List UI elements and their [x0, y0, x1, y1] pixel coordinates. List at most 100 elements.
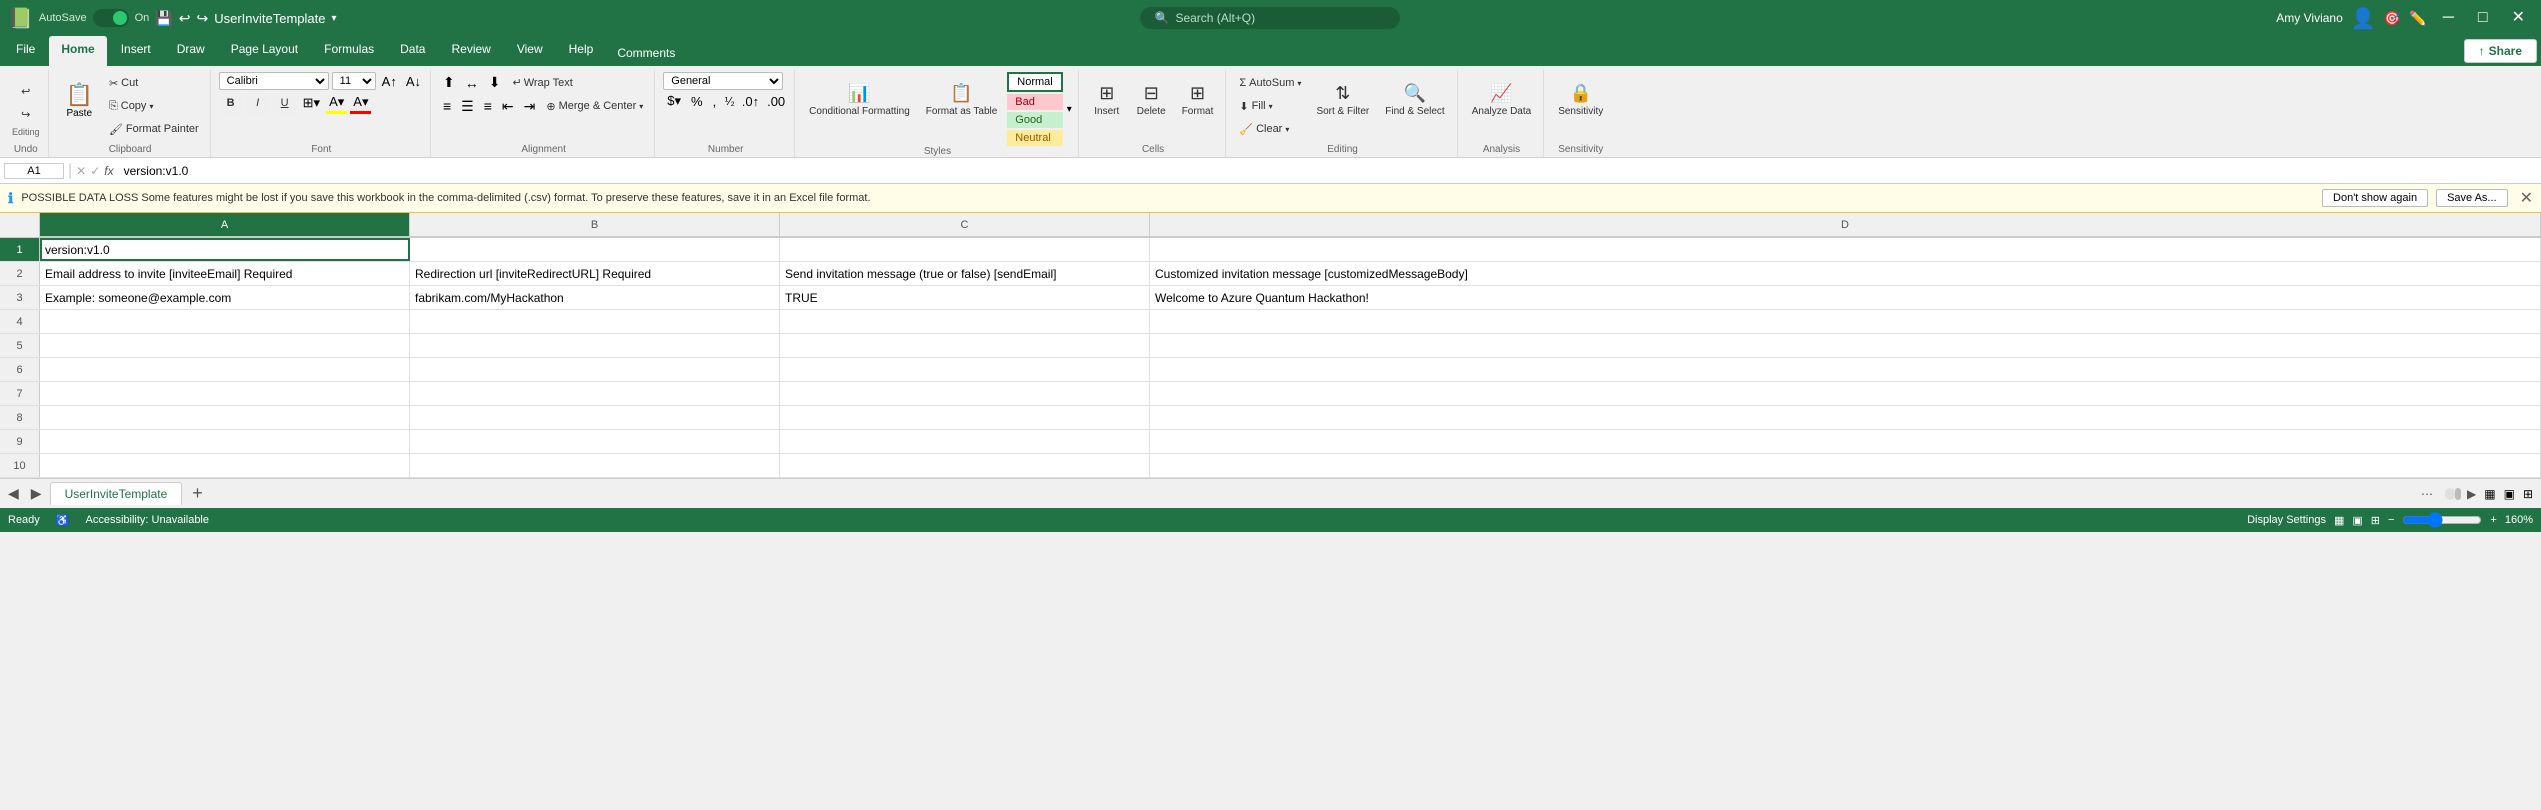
cell-a10[interactable]	[40, 454, 410, 477]
undo-icon[interactable]: ↩	[179, 10, 191, 27]
row-num-2[interactable]: 2	[0, 262, 40, 285]
style-normal[interactable]: Normal	[1007, 72, 1062, 92]
tab-draw[interactable]: Draw	[165, 36, 217, 66]
accounting-icon[interactable]: $▾	[663, 92, 685, 110]
decrease-font-icon[interactable]: A↓	[403, 73, 424, 90]
comma-icon[interactable]: ,	[709, 93, 721, 110]
fill-color-icon[interactable]: A▾	[326, 93, 347, 114]
scroll-left-icon[interactable]: ⋯	[2417, 487, 2437, 501]
cell-b9[interactable]	[410, 430, 780, 453]
dont-show-again-button[interactable]: Don't show again	[2322, 189, 2428, 207]
fill-button[interactable]: ⬇ Fill ▾	[1234, 95, 1306, 117]
cell-d4[interactable]	[1150, 310, 2541, 333]
decrease-indent-icon[interactable]: ⇤	[498, 96, 518, 117]
cell-c7[interactable]	[780, 382, 1150, 405]
cell-b1[interactable]	[410, 238, 780, 261]
border-icon[interactable]: ⊞▾	[300, 94, 323, 112]
row-num-3[interactable]: 3	[0, 286, 40, 309]
cell-c8[interactable]	[780, 406, 1150, 429]
format-as-table-button[interactable]: 📋 Format as Table	[920, 72, 1004, 128]
sort-filter-button[interactable]: ⇅ Sort & Filter	[1310, 72, 1375, 128]
cell-d1[interactable]	[1150, 238, 2541, 261]
formula-function-icon[interactable]: fx	[104, 164, 113, 178]
align-left-icon[interactable]: ≡	[439, 96, 455, 116]
row-num-10[interactable]: 10	[0, 454, 40, 477]
bold-button[interactable]: B	[219, 92, 243, 114]
col-header-a[interactable]: A	[40, 213, 410, 237]
font-name-select[interactable]: Calibri	[219, 72, 329, 90]
zoom-slider[interactable]	[2402, 512, 2482, 528]
cell-d8[interactable]	[1150, 406, 2541, 429]
find-select-button[interactable]: 🔍 Find & Select	[1379, 72, 1450, 128]
cell-a1[interactable]: version:v1.0	[40, 238, 410, 261]
align-bottom-icon[interactable]: ⬇	[485, 72, 505, 93]
cell-a5[interactable]	[40, 334, 410, 357]
scroll-right-icon[interactable]: ▶	[2463, 487, 2480, 501]
cell-b2[interactable]: Redirection url [inviteRedirectURL] Requ…	[410, 262, 780, 285]
cell-c2[interactable]: Send invitation message (true or false) …	[780, 262, 1150, 285]
view-layout-icon[interactable]: ▣	[2500, 487, 2519, 501]
style-neutral[interactable]: Neutral	[1007, 130, 1062, 146]
cell-b4[interactable]	[410, 310, 780, 333]
decrease-decimal-icon[interactable]: .0↑	[739, 93, 762, 110]
delete-button[interactable]: ⊟ Delete	[1131, 72, 1172, 128]
cell-d10[interactable]	[1150, 454, 2541, 477]
cell-a9[interactable]	[40, 430, 410, 453]
copy-dropdown-icon[interactable]: ▾	[149, 102, 153, 111]
cell-a4[interactable]	[40, 310, 410, 333]
cell-a8[interactable]	[40, 406, 410, 429]
ribbon-icon[interactable]: 🎯	[2384, 10, 2401, 27]
fraction-icon[interactable]: ⅟₂	[722, 94, 737, 109]
cell-b5[interactable]	[410, 334, 780, 357]
horizontal-scrollbar[interactable]	[2445, 488, 2455, 500]
row-num-1[interactable]: 1	[0, 238, 40, 261]
cell-a3[interactable]: Example: someone@example.com	[40, 286, 410, 309]
share-button[interactable]: ↑ Share	[2464, 39, 2537, 63]
col-header-d[interactable]: D	[1150, 213, 2541, 237]
format-button[interactable]: ⊞ Format	[1176, 72, 1220, 128]
paste-button[interactable]: 📋 Paste	[57, 72, 102, 128]
merge-dropdown-icon[interactable]: ▾	[639, 102, 643, 111]
tab-data[interactable]: Data	[388, 36, 437, 66]
cell-a2[interactable]: Email address to invite [inviteeEmail] R…	[40, 262, 410, 285]
font-color-icon[interactable]: A▾	[350, 93, 371, 114]
close-button[interactable]: ✕	[2504, 0, 2533, 36]
cell-c9[interactable]	[780, 430, 1150, 453]
tab-review[interactable]: Review	[439, 36, 502, 66]
insert-button[interactable]: ⊞ Insert	[1087, 72, 1127, 128]
sheet-nav-next[interactable]: ▶	[27, 485, 46, 502]
sheet-tab-userinvitetemplate[interactable]: UserInviteTemplate	[50, 482, 183, 505]
tab-file[interactable]: File	[4, 36, 47, 66]
cell-c3[interactable]: TRUE	[780, 286, 1150, 309]
formula-cancel-icon[interactable]: ✕	[76, 164, 86, 178]
add-sheet-button[interactable]: +	[186, 483, 209, 504]
view-pagebreak-icon[interactable]: ⊞	[2519, 487, 2537, 501]
cell-d2[interactable]: Customized invitation message [customize…	[1150, 262, 2541, 285]
restore-button[interactable]: □	[2470, 0, 2496, 36]
analyze-data-button[interactable]: 📈 Analyze Data	[1466, 72, 1537, 128]
sensitivity-button[interactable]: 🔒 Sensitivity	[1552, 72, 1609, 128]
col-header-c[interactable]: C	[780, 213, 1150, 237]
cell-b7[interactable]	[410, 382, 780, 405]
tab-home[interactable]: Home	[49, 36, 106, 66]
increase-decimal-icon[interactable]: .00	[764, 93, 788, 110]
zoom-in-icon[interactable]: +	[2490, 514, 2496, 526]
align-middle-icon[interactable]: ↔	[461, 73, 483, 93]
undo-button[interactable]: ↩	[16, 81, 35, 102]
dropdown-icon[interactable]: ▾	[331, 13, 336, 24]
style-bad[interactable]: Bad	[1007, 94, 1062, 110]
format-painter-button[interactable]: 🖌 Format Painter	[104, 118, 204, 140]
cell-d6[interactable]	[1150, 358, 2541, 381]
tab-insert[interactable]: Insert	[109, 36, 163, 66]
view-pagebreak-status-icon[interactable]: ⊞	[2371, 514, 2380, 527]
align-right-icon[interactable]: ≡	[480, 96, 496, 116]
cell-b10[interactable]	[410, 454, 780, 477]
cell-d7[interactable]	[1150, 382, 2541, 405]
warning-close-icon[interactable]: ✕	[2520, 188, 2533, 208]
autosave-toggle[interactable]	[93, 9, 129, 27]
comments-button[interactable]: Comments	[607, 39, 685, 66]
increase-font-icon[interactable]: A↑	[379, 73, 400, 90]
save-as-button[interactable]: Save As...	[2436, 189, 2508, 207]
redo-icon[interactable]: ↪	[196, 10, 208, 27]
cut-button[interactable]: ✂ Cut	[104, 72, 204, 94]
